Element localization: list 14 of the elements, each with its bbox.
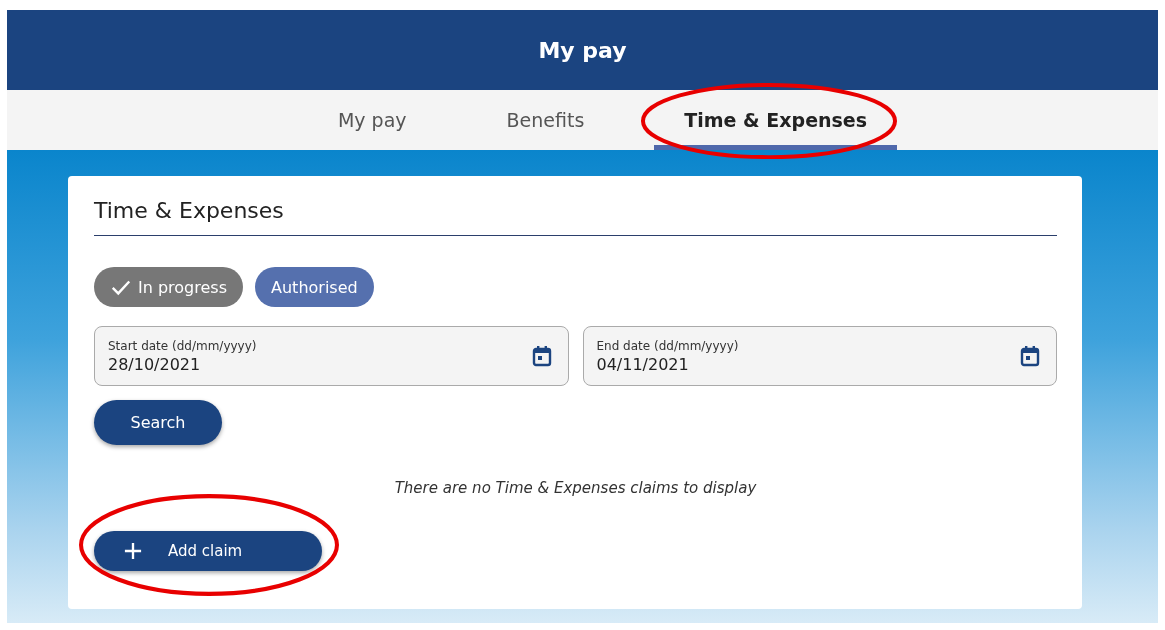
nav-tab[interactable]: My pay <box>307 90 437 150</box>
date-field[interactable]: Start date (dd/mm/yyyy) 28/10/2021 <box>94 326 569 386</box>
add-claim-button[interactable]: Add claim <box>94 531 322 571</box>
page-title: My pay <box>538 37 627 63</box>
date-field[interactable]: End date (dd/mm/yyyy) 04/11/2021 <box>582 326 1057 386</box>
calendar-icon[interactable] <box>531 345 552 367</box>
nav-tab[interactable]: Benefits <box>476 90 615 150</box>
search-button[interactable]: Search <box>94 400 222 445</box>
empty-message: There are no Time & Expenses claims to display <box>393 479 758 497</box>
filter-chip[interactable]: In progress <box>94 267 243 307</box>
calendar-icon[interactable] <box>1020 345 1040 367</box>
section-title: Time & Expenses <box>94 198 1057 236</box>
plus-icon <box>124 542 142 560</box>
filter-chip[interactable]: Authorised <box>255 267 374 307</box>
